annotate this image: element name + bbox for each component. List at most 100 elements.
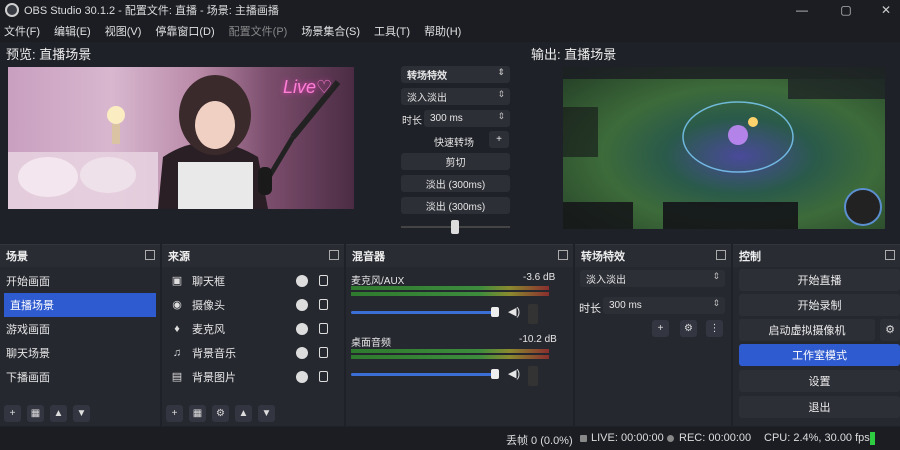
- transition-type-header[interactable]: 转场特效 ⇕: [401, 66, 510, 83]
- window-title: OBS Studio 30.1.2 - 配置文件: 直播 - 场景: 主播画播: [24, 5, 279, 17]
- volume-knob[interactable]: [491, 369, 499, 379]
- menu-profile[interactable]: 配置文件(P): [229, 23, 288, 39]
- menu-file[interactable]: 文件(F): [4, 23, 40, 39]
- exit-button[interactable]: 退出: [739, 396, 900, 418]
- visibility-icon[interactable]: [296, 275, 308, 287]
- close-button[interactable]: ✕: [866, 0, 900, 20]
- volume-slider[interactable]: [351, 311, 499, 314]
- dock-icon[interactable]: [885, 250, 895, 260]
- sources-title: 来源: [168, 251, 190, 263]
- sources-header: 来源: [162, 245, 344, 267]
- scene-item[interactable]: 开始画面: [0, 269, 160, 293]
- scene-item[interactable]: 聊天场景: [0, 341, 160, 365]
- duration-label: 时长: [402, 116, 422, 127]
- add-source-icon[interactable]: +: [166, 405, 183, 422]
- source-filter-icon[interactable]: ▦: [189, 405, 206, 422]
- source-label: 背景图片: [192, 372, 236, 384]
- transitions-title: 转场特效: [581, 251, 625, 263]
- transitions-header: 转场特效: [575, 245, 731, 267]
- updown-icon: ⇕: [712, 271, 720, 281]
- channel-menu-icon[interactable]: [528, 304, 538, 324]
- add-scene-icon[interactable]: +: [4, 405, 21, 422]
- transition-props-icon[interactable]: ⚙: [680, 320, 697, 337]
- preview-canvas[interactable]: Live♡: [8, 67, 354, 209]
- source-down-icon[interactable]: ▼: [258, 405, 275, 422]
- scene-filter-icon[interactable]: ▦: [27, 405, 44, 422]
- dock-icon[interactable]: [558, 250, 568, 260]
- lock-icon[interactable]: [319, 323, 328, 334]
- dropped-frames: 丢帧 0 (0.0%): [506, 435, 573, 447]
- scene-down-icon[interactable]: ▼: [73, 405, 90, 422]
- scene-item-active[interactable]: 直播场景: [4, 293, 156, 317]
- transition-add-icon[interactable]: +: [652, 320, 669, 337]
- lock-icon[interactable]: [319, 347, 328, 358]
- fade-button-2[interactable]: 淡出 (300ms): [401, 197, 510, 214]
- minimize-button[interactable]: —: [782, 0, 822, 20]
- lock-icon[interactable]: [319, 299, 328, 310]
- program-canvas: [563, 67, 885, 229]
- source-up-icon[interactable]: ▲: [235, 405, 252, 422]
- scenes-title: 场景: [6, 251, 28, 263]
- transition-header-text: 转场特效: [407, 71, 447, 82]
- menu-help[interactable]: 帮助(H): [424, 23, 461, 39]
- controls-header: 控制: [733, 245, 900, 267]
- start-recording-button[interactable]: 开始录制: [739, 294, 900, 316]
- studio-mode-button[interactable]: 工作室模式: [739, 344, 900, 366]
- visibility-icon[interactable]: [296, 371, 308, 383]
- visibility-icon[interactable]: [296, 299, 308, 311]
- add-quick-transition-button[interactable]: +: [489, 131, 509, 148]
- cut-button[interactable]: 剪切: [401, 153, 510, 170]
- lock-icon[interactable]: [319, 275, 328, 286]
- start-streaming-button[interactable]: 开始直播: [739, 269, 900, 291]
- menu-view[interactable]: 视图(V): [105, 23, 142, 39]
- volume-slider[interactable]: [351, 373, 499, 376]
- volume-knob[interactable]: [491, 307, 499, 317]
- scenes-toolbar: + ▦ ▲ ▼: [4, 405, 90, 422]
- duration-input[interactable]: 300 ms ⇕: [424, 110, 510, 127]
- menu-scene-collection[interactable]: 场景集合(S): [301, 23, 360, 39]
- source-item[interactable]: ◉ 摄像头: [162, 293, 344, 317]
- mixer-header: 混音器: [346, 245, 573, 267]
- dock-icon[interactable]: [329, 250, 339, 260]
- tbar-handle[interactable]: [451, 220, 459, 234]
- source-label: 摄像头: [192, 300, 225, 312]
- image-icon: ▤: [171, 371, 183, 383]
- virtual-camera-settings-icon[interactable]: ⚙: [880, 319, 900, 341]
- cpu-fps: CPU: 2.4%, 30.00 fps: [764, 432, 870, 444]
- speaker-icon[interactable]: ◀): [508, 367, 520, 380]
- speaker-icon[interactable]: ◀): [508, 305, 520, 318]
- dock-icon[interactable]: [145, 250, 155, 260]
- channel-menu-icon[interactable]: [528, 366, 538, 386]
- status-bar: 丢帧 0 (0.0%) LIVE: 00:00:00 REC: 00:00:00…: [0, 427, 900, 450]
- mixer-title: 混音器: [352, 251, 385, 263]
- source-item[interactable]: ▣ 聊天框: [162, 269, 344, 293]
- transition-more-icon[interactable]: ⋮: [706, 320, 723, 337]
- fade-button-1[interactable]: 淡出 (300ms): [401, 175, 510, 192]
- scene-up-icon[interactable]: ▲: [50, 405, 67, 422]
- visibility-icon[interactable]: [296, 323, 308, 335]
- menu-tools[interactable]: 工具(T): [374, 23, 410, 39]
- menu-edit[interactable]: 编辑(E): [54, 23, 91, 39]
- source-item[interactable]: ▤ 背景图片: [162, 365, 344, 389]
- transition-select[interactable]: 淡入淡出 ⇕: [401, 88, 510, 105]
- visibility-icon[interactable]: [296, 347, 308, 359]
- scenes-panel: 场景 开始画面 直播场景 游戏画面 聊天场景 下播画面 + ▦ ▲ ▼: [0, 244, 160, 426]
- scene-item[interactable]: 下播画面: [0, 365, 160, 389]
- transition-dock-duration-label: 时长: [579, 303, 601, 315]
- source-settings-icon[interactable]: ⚙: [212, 405, 229, 422]
- transition-select-value: 淡入淡出: [407, 93, 447, 104]
- obs-logo-icon: [5, 3, 19, 17]
- transition-dock-select[interactable]: 淡入淡出 ⇕: [580, 270, 725, 287]
- maximize-button[interactable]: ▢: [826, 0, 866, 20]
- source-item[interactable]: ♫ 背景音乐: [162, 341, 344, 365]
- scene-item[interactable]: 游戏画面: [0, 317, 160, 341]
- source-item[interactable]: ♦ 麦克风: [162, 317, 344, 341]
- transition-dock-duration[interactable]: 300 ms ⇕: [603, 297, 725, 314]
- lock-icon[interactable]: [319, 371, 328, 382]
- chat-icon: ▣: [171, 275, 183, 287]
- meter-bar: [351, 292, 549, 296]
- menu-docks[interactable]: 停靠窗口(D): [155, 23, 214, 39]
- settings-button[interactable]: 设置: [739, 370, 900, 392]
- dock-icon[interactable]: [716, 250, 726, 260]
- start-virtual-camera-button[interactable]: 启动虚拟摄像机: [739, 319, 875, 341]
